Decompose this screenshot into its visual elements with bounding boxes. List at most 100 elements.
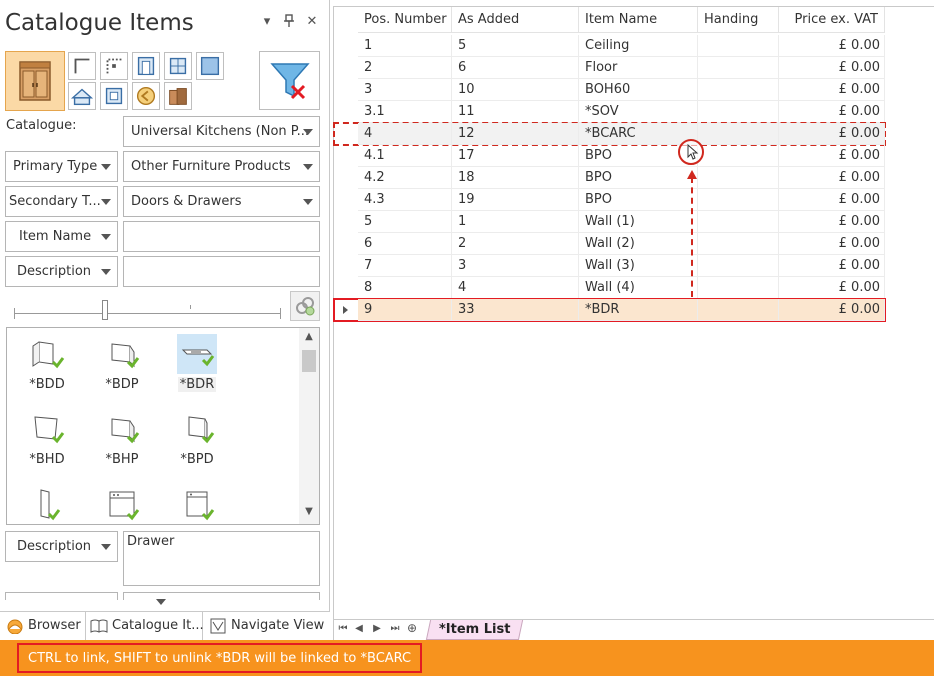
cell-added[interactable]: 1 xyxy=(452,211,579,233)
column-header-item-name[interactable]: Item Name xyxy=(579,7,698,33)
column-header-price[interactable]: Price ex. VAT xyxy=(779,7,885,33)
window-icon[interactable] xyxy=(164,52,192,80)
cell-handing[interactable] xyxy=(698,123,779,145)
next-sheet-icon[interactable]: ▶ xyxy=(370,623,384,634)
prev-sheet-icon[interactable]: ◀ xyxy=(352,623,366,634)
cell-added[interactable]: 19 xyxy=(452,189,579,211)
cabinet-category-button[interactable] xyxy=(5,51,65,111)
scroll-up-icon[interactable]: ▲ xyxy=(299,331,319,342)
table-row[interactable]: 2 6 Floor £ 0.00 xyxy=(334,57,885,79)
close-icon[interactable]: ✕ xyxy=(303,14,321,29)
pin-icon[interactable] xyxy=(280,14,298,31)
cell-price[interactable]: £ 0.00 xyxy=(779,167,885,189)
cell-added[interactable]: 4 xyxy=(452,277,579,299)
primary-type-field-select[interactable]: Primary Type xyxy=(5,151,118,182)
cell-pos[interactable]: 8 xyxy=(358,277,452,299)
cell-added[interactable]: 18 xyxy=(452,167,579,189)
primary-type-select[interactable]: Other Furniture Products xyxy=(123,151,320,182)
add-sheet-icon[interactable]: ⊕ xyxy=(405,621,419,635)
cell-added[interactable]: 10 xyxy=(452,79,579,101)
secondary-type-field-select[interactable]: Secondary T... xyxy=(5,186,118,217)
appliance-icon[interactable] xyxy=(164,82,192,110)
item-name-input[interactable] xyxy=(123,221,320,252)
table-row[interactable]: 4 12 *BCARC £ 0.00 xyxy=(333,122,886,146)
detail-description-select[interactable]: Description xyxy=(5,531,118,562)
secondary-type-select[interactable]: Doors & Drawers xyxy=(123,186,320,217)
cell-added[interactable]: 33 xyxy=(452,299,579,321)
cell-pos[interactable]: 7 xyxy=(358,255,452,277)
cell-price[interactable]: £ 0.00 xyxy=(779,277,885,299)
cell-added[interactable]: 6 xyxy=(452,57,579,79)
item-name-field-select[interactable]: Item Name xyxy=(5,221,118,252)
cell-price[interactable]: £ 0.00 xyxy=(779,101,885,123)
dotted-corner-icon[interactable] xyxy=(100,52,128,80)
tab-navigate-view[interactable]: Navigate View xyxy=(205,612,325,640)
more-chevron-icon[interactable] xyxy=(156,599,166,605)
cell-handing[interactable] xyxy=(698,79,779,101)
cell-handing[interactable] xyxy=(698,57,779,79)
cell-pos[interactable]: 5 xyxy=(358,211,452,233)
cell-handing[interactable] xyxy=(698,35,779,57)
cell-added[interactable]: 5 xyxy=(452,35,579,57)
cell-pos[interactable]: 3 xyxy=(358,79,452,101)
cell-pos[interactable]: 4 xyxy=(358,123,452,145)
cell-added[interactable]: 11 xyxy=(452,101,579,123)
cell-pos[interactable]: 1 xyxy=(358,35,452,57)
cell-name[interactable]: Ceiling xyxy=(579,35,698,57)
scroll-down-icon[interactable]: ▼ xyxy=(299,506,319,517)
cell-added[interactable]: 17 xyxy=(452,145,579,167)
cell-price[interactable]: £ 0.00 xyxy=(779,255,885,277)
cell-pos[interactable]: 9 xyxy=(358,299,452,321)
cell-pos[interactable]: 3.1 xyxy=(358,101,452,123)
cell-pos[interactable]: 2 xyxy=(358,57,452,79)
table-row[interactable]: 7 3 Wall (3) £ 0.00 xyxy=(334,255,885,277)
last-sheet-icon[interactable]: ⏭ xyxy=(388,623,402,634)
cell-name[interactable]: Floor xyxy=(579,57,698,79)
cell-price[interactable]: £ 0.00 xyxy=(779,211,885,233)
table-row[interactable]: 4.2 18 BPO £ 0.00 xyxy=(334,167,885,189)
cell-pos[interactable]: 6 xyxy=(358,233,452,255)
cell-name[interactable]: BPO xyxy=(579,167,698,189)
cell-handing[interactable] xyxy=(698,299,779,321)
zoom-slider-track[interactable] xyxy=(14,313,280,314)
gallery-item-bdr[interactable]: *BDR xyxy=(167,330,227,400)
cell-added[interactable]: 3 xyxy=(452,255,579,277)
partial-field-select[interactable] xyxy=(5,592,118,600)
cell-handing[interactable] xyxy=(698,277,779,299)
arrow-circle-icon[interactable] xyxy=(132,82,160,110)
cell-handing[interactable] xyxy=(698,167,779,189)
table-row[interactable]: 3 10 BOH60 £ 0.00 xyxy=(334,79,885,101)
cell-name[interactable]: BOH60 xyxy=(579,79,698,101)
cell-price[interactable]: £ 0.00 xyxy=(779,233,885,255)
column-header-as-added[interactable]: As Added xyxy=(452,7,579,33)
tab-browser[interactable]: Browser xyxy=(2,612,84,640)
cell-handing[interactable] xyxy=(698,255,779,277)
cell-price[interactable]: £ 0.00 xyxy=(779,79,885,101)
cell-pos[interactable]: 4.1 xyxy=(358,145,452,167)
scroll-thumb[interactable] xyxy=(302,350,316,372)
cell-name[interactable]: Wall (4) xyxy=(579,277,698,299)
cell-added[interactable]: 12 xyxy=(452,123,579,145)
cell-price[interactable]: £ 0.00 xyxy=(779,123,885,145)
table-row[interactable]: 4.1 17 BPO £ 0.00 xyxy=(334,145,885,167)
cell-name[interactable]: Wall (3) xyxy=(579,255,698,277)
cell-added[interactable]: 2 xyxy=(452,233,579,255)
table-row[interactable]: 6 2 Wall (2) £ 0.00 xyxy=(334,233,885,255)
description-field-select[interactable]: Description xyxy=(5,256,118,287)
column-header-handing[interactable]: Handing xyxy=(698,7,779,33)
gallery-item[interactable] xyxy=(17,480,77,524)
cell-price[interactable]: £ 0.00 xyxy=(779,145,885,167)
gallery-item-bpd[interactable]: *BPD xyxy=(167,405,227,475)
cell-handing[interactable] xyxy=(698,233,779,255)
gallery-item-bdp[interactable]: *BDP xyxy=(92,330,152,400)
cell-name[interactable]: *SOV xyxy=(579,101,698,123)
column-header-pos-number[interactable]: Pos. Number xyxy=(358,7,452,33)
cell-price[interactable]: £ 0.00 xyxy=(779,57,885,79)
link-button[interactable] xyxy=(290,291,320,321)
cell-pos[interactable]: 4.3 xyxy=(358,189,452,211)
gallery-item-bdd[interactable]: *BDD xyxy=(17,330,77,400)
cell-price[interactable]: £ 0.00 xyxy=(779,299,885,321)
cell-price[interactable]: £ 0.00 xyxy=(779,35,885,57)
table-row[interactable]: 9 33 *BDR £ 0.00 xyxy=(333,298,886,322)
cell-name[interactable]: Wall (1) xyxy=(579,211,698,233)
